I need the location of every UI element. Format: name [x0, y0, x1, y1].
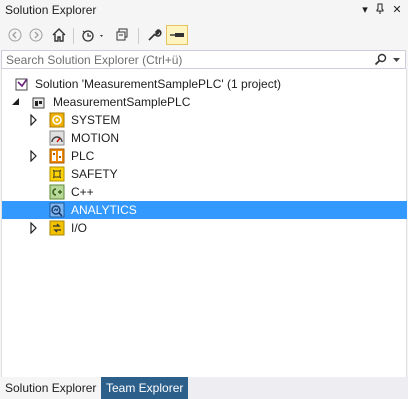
history-icon[interactable]	[79, 25, 107, 45]
tab-solution-explorer[interactable]: Solution Explorer	[0, 377, 102, 399]
switch-views-icon[interactable]	[112, 25, 132, 45]
forward-icon[interactable]	[27, 25, 45, 45]
solution-tree: Solution 'MeasurementSamplePLC' (1 proje…	[1, 69, 407, 377]
plc-icon	[49, 148, 65, 164]
tree-label: SYSTEM	[71, 113, 121, 127]
back-icon[interactable]	[6, 25, 24, 45]
close-icon[interactable]: ✕	[390, 3, 404, 17]
tree-label: ANALYTICS	[71, 203, 137, 217]
auto-hide-pin-icon[interactable]	[373, 3, 387, 17]
collapse-arrow-icon[interactable]	[11, 96, 21, 108]
window-position-dropdown-icon[interactable]: ▾	[358, 3, 372, 17]
expand-arrow-icon[interactable]	[29, 149, 39, 163]
tree-row-motion[interactable]: MOTION	[2, 129, 407, 147]
toolbar	[0, 22, 408, 50]
search-options-dropdown-icon[interactable]	[393, 52, 400, 68]
cpp-icon	[49, 184, 65, 200]
tree-label: PLC	[71, 149, 95, 163]
tree-label: MOTION	[71, 131, 119, 145]
system-icon	[49, 112, 65, 128]
search-box	[1, 50, 406, 69]
analytics-icon	[49, 202, 65, 218]
tree-label: C++	[71, 185, 94, 199]
motion-icon	[49, 130, 65, 146]
expand-arrow-icon[interactable]	[29, 221, 39, 235]
expand-arrow-icon[interactable]	[29, 113, 39, 127]
io-icon	[49, 220, 65, 236]
tree-row-project[interactable]: MeasurementSamplePLC	[2, 93, 407, 111]
tree-row-io[interactable]: I/O	[2, 219, 407, 237]
tree-row-analytics[interactable]: ANALYTICS	[2, 201, 407, 219]
tree-row-solution[interactable]: Solution 'MeasurementSamplePLC' (1 proje…	[2, 75, 407, 93]
preview-pin-icon[interactable]	[166, 25, 188, 45]
panel-tabs: Solution Explorer Team Explorer	[0, 377, 408, 399]
tree-row-plc[interactable]: PLC	[2, 147, 407, 165]
tree-row-system[interactable]: SYSTEM	[2, 111, 407, 129]
panel-title: Solution Explorer	[5, 3, 97, 17]
safety-icon	[49, 166, 65, 182]
toolbar-separator	[138, 28, 139, 44]
tree-label: SAFETY	[71, 167, 118, 181]
search-input[interactable]	[6, 52, 366, 67]
tree-label: I/O	[71, 221, 88, 235]
project-icon	[31, 94, 47, 110]
tab-team-explorer[interactable]: Team Explorer	[101, 377, 189, 399]
project-label: MeasurementSamplePLC	[53, 95, 191, 109]
solution-icon	[15, 76, 31, 92]
panel-title-bar: Solution Explorer ▾ ✕	[0, 0, 408, 22]
tree-row-safety[interactable]: SAFETY	[2, 165, 407, 183]
tree-row-cpp[interactable]: C++	[2, 183, 407, 201]
search-icon[interactable]	[374, 53, 387, 69]
home-icon[interactable]	[49, 25, 69, 45]
solution-label: Solution 'MeasurementSamplePLC' (1 proje…	[35, 77, 282, 91]
toolbar-separator	[73, 28, 74, 44]
properties-wrench-icon[interactable]	[144, 25, 164, 45]
